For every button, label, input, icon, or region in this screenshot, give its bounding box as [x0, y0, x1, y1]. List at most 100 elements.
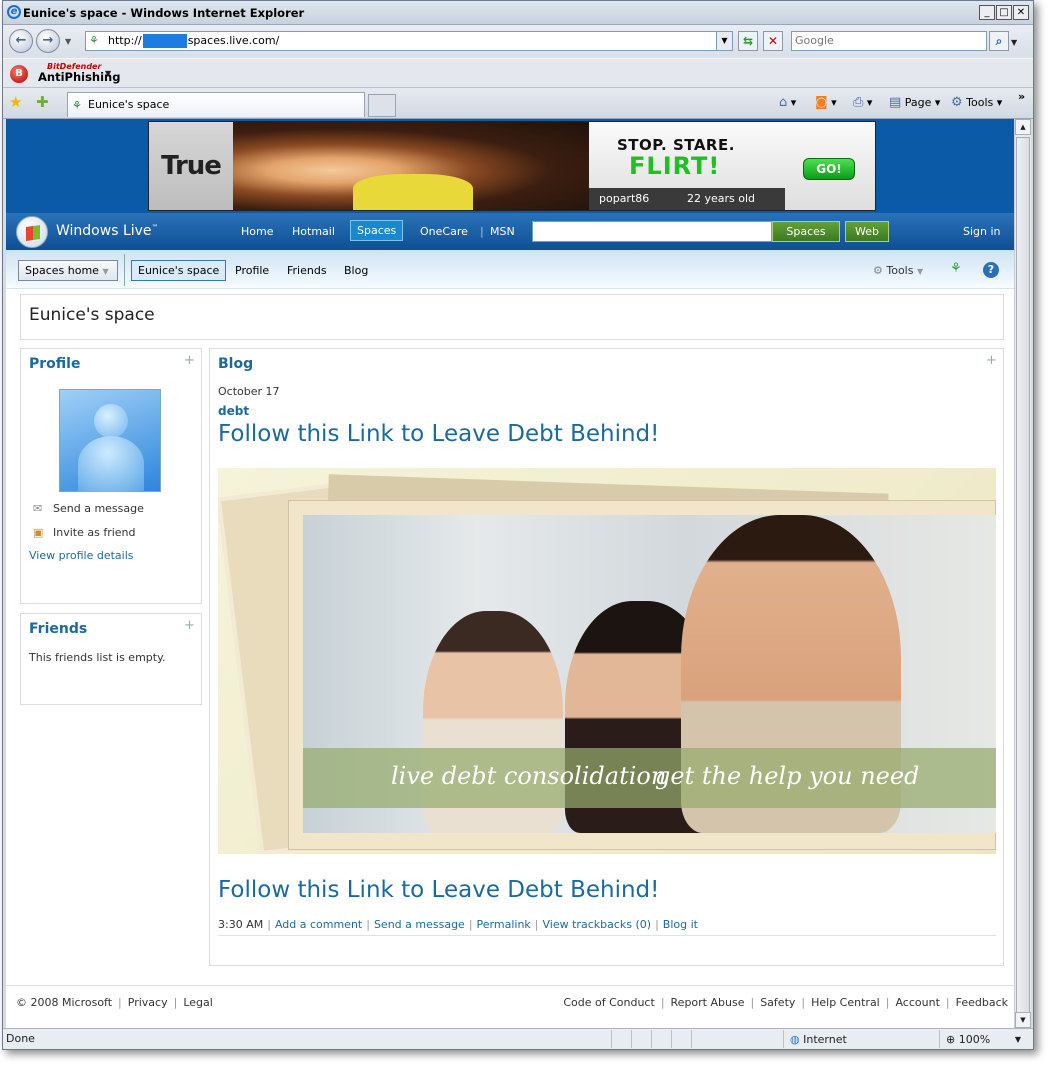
current-space-tab[interactable]: Eunice's space [131, 260, 227, 281]
messenger-buddies-icon[interactable]: ⚘ [950, 261, 962, 276]
windows-live-logo-icon[interactable] [16, 216, 48, 248]
copyright-text: © 2008 Microsoft [16, 996, 113, 1009]
flirt-advertisement[interactable]: True STOP. STARE. FLIRT! GO! popart86 22… [148, 121, 876, 211]
favorites-star-icon[interactable]: ★ [9, 93, 22, 111]
profile-module: Profile + ✉ Send a message ▣ Invite as fri… [20, 348, 202, 604]
feedback-link[interactable]: Feedback [956, 996, 1008, 1009]
help-icon[interactable]: ? [983, 262, 999, 278]
address-dropdown-icon[interactable]: ▼ [716, 32, 732, 50]
search-spaces-button[interactable]: Spaces [772, 221, 840, 242]
friends-expand-icon[interactable]: + [184, 618, 195, 633]
nav-onecare[interactable]: OneCare [420, 225, 468, 238]
windows-live-header: Windows Live™ Home Hotmail Spaces OneCar… [6, 213, 1014, 250]
blog-it-link[interactable]: Blog it [663, 918, 698, 931]
privacy-link[interactable]: Privacy [128, 996, 168, 1009]
feeds-button[interactable]: ◙ ▾ [815, 95, 837, 110]
view-trackbacks-link[interactable]: View trackbacks (0) [543, 918, 652, 931]
windows-live-trademark: ™ [151, 223, 159, 232]
profile-heading[interactable]: Profile [29, 356, 80, 372]
ie-window: e Eunice's space - Windows Internet Expl… [2, 0, 1034, 1050]
page-footer: © 2008 Microsoft | Privacy | Legal Code of C… [6, 985, 1014, 1028]
search-options-icon[interactable]: ▼ [1011, 38, 1017, 47]
refresh-button[interactable]: ⇆ [738, 31, 758, 51]
subnav-divider [124, 254, 125, 286]
print-button[interactable]: ⎙ ▾ [853, 95, 872, 110]
page-menu[interactable]: ▤ Page ▾ [889, 95, 940, 110]
profile-expand-icon[interactable]: + [184, 353, 195, 368]
permalink-link[interactable]: Permalink [477, 918, 531, 931]
safety-link[interactable]: Safety [760, 996, 795, 1009]
tools-menu[interactable]: ⚙ Tools ▾ [951, 95, 1002, 110]
account-link[interactable]: Account [895, 996, 939, 1009]
blog-expand-icon[interactable]: + [986, 353, 997, 368]
post-title-link-bottom[interactable]: Follow this Link to Leave Debt Behind! [218, 877, 659, 903]
sign-in-link[interactable]: Sign in [963, 225, 1001, 238]
history-dropdown-icon[interactable]: ▼ [65, 37, 71, 46]
post-category-link[interactable]: debt [218, 404, 249, 418]
invite-friend-link[interactable]: ▣ Invite as friend [33, 526, 136, 539]
minimize-button[interactable]: _ [979, 5, 995, 20]
windows-live-logo-name: Windows Live [56, 223, 152, 239]
windows-live-logo-text[interactable]: Windows Live™ [56, 223, 159, 239]
subnav-friends[interactable]: Friends [287, 264, 327, 277]
security-zone[interactable]: ◍ Internet [783, 1030, 939, 1048]
live-search-input[interactable] [532, 221, 772, 242]
toolbar-chevron-icon[interactable]: » [1018, 90, 1025, 103]
back-button[interactable]: ← [9, 29, 33, 53]
forward-button[interactable]: → [36, 29, 60, 53]
ad-photo [233, 122, 589, 210]
new-tab-button[interactable] [368, 94, 396, 117]
space-tools-label: Tools [886, 264, 914, 277]
ad-go-button[interactable]: GO! [803, 158, 855, 180]
add-comment-link[interactable]: Add a comment [275, 918, 362, 931]
debt-consolidation-image[interactable]: live debt consolidation get the help you… [218, 468, 996, 854]
bitdefender-icon[interactable]: B [10, 65, 28, 83]
post-title-link[interactable]: Follow this Link to Leave Debt Behind! [218, 421, 659, 447]
print-icon: ⎙ [853, 95, 864, 110]
zoom-level: 100% [958, 1033, 991, 1046]
search-go-icon[interactable]: ⌕ [989, 31, 1009, 51]
nav-hotmail[interactable]: Hotmail [292, 225, 335, 238]
ad-banner-area: True STOP. STARE. FLIRT! GO! popart86 22… [6, 119, 1014, 213]
friends-heading[interactable]: Friends [29, 621, 87, 637]
tab-eunices-space[interactable]: ⚘ Eunice's space [67, 92, 365, 117]
profile-avatar[interactable] [59, 389, 161, 492]
subnav-profile[interactable]: Profile [235, 264, 269, 277]
rss-icon: ◙ [815, 95, 828, 110]
address-suffix: spaces.live.com/ [187, 34, 280, 47]
antiphishing-dropdown-icon[interactable]: ▼ [105, 69, 111, 78]
envelope-icon: ✉ [33, 502, 43, 515]
nav-separator: | [480, 225, 484, 238]
add-favorites-icon[interactable]: ✚ [36, 93, 49, 111]
view-profile-details-link[interactable]: View profile details [29, 549, 134, 562]
friends-module: Friends + This friends list is empty. [20, 613, 202, 705]
home-button[interactable]: ⌂ ▾ [779, 95, 796, 110]
nav-home[interactable]: Home [241, 225, 273, 238]
address-bar[interactable]: ⚘ http:// spaces.live.com/ ▼ [85, 31, 733, 51]
scroll-down-icon[interactable]: ▼ [1015, 1012, 1031, 1028]
legal-link[interactable]: Legal [183, 996, 212, 1009]
scroll-up-icon[interactable]: ▲ [1015, 119, 1031, 135]
zoom-control[interactable]: ⊕ 100% ▼ [939, 1030, 1031, 1048]
search-web-button[interactable]: Web [845, 221, 889, 242]
subnav-blog[interactable]: Blog [344, 264, 368, 277]
close-button[interactable]: ✕ [1013, 5, 1029, 20]
search-input[interactable]: Google [791, 31, 987, 51]
maximize-button[interactable]: □ [996, 5, 1012, 20]
space-tools-menu[interactable]: ⚙ Tools ▼ [873, 264, 923, 277]
blog-heading[interactable]: Blog [218, 356, 253, 372]
scroll-thumb[interactable] [1016, 137, 1030, 1013]
code-of-conduct-link[interactable]: Code of Conduct [563, 996, 654, 1009]
send-message-label: Send a message [53, 502, 144, 515]
post-send-message-link[interactable]: Send a message [374, 918, 465, 931]
vertical-scrollbar[interactable]: ▲ ▼ [1014, 119, 1031, 1028]
nav-msn[interactable]: MSN [490, 225, 515, 238]
post-time: 3:30 AM [218, 918, 264, 931]
report-abuse-link[interactable]: Report Abuse [671, 996, 745, 1009]
spaces-home-menu[interactable]: Spaces home ▼ [18, 260, 118, 281]
send-message-link[interactable]: ✉ Send a message [33, 502, 144, 515]
stop-button[interactable]: ✕ [763, 31, 783, 51]
nav-spaces[interactable]: Spaces [350, 220, 404, 241]
help-central-link[interactable]: Help Central [811, 996, 880, 1009]
page-icon: ▤ [889, 95, 902, 110]
